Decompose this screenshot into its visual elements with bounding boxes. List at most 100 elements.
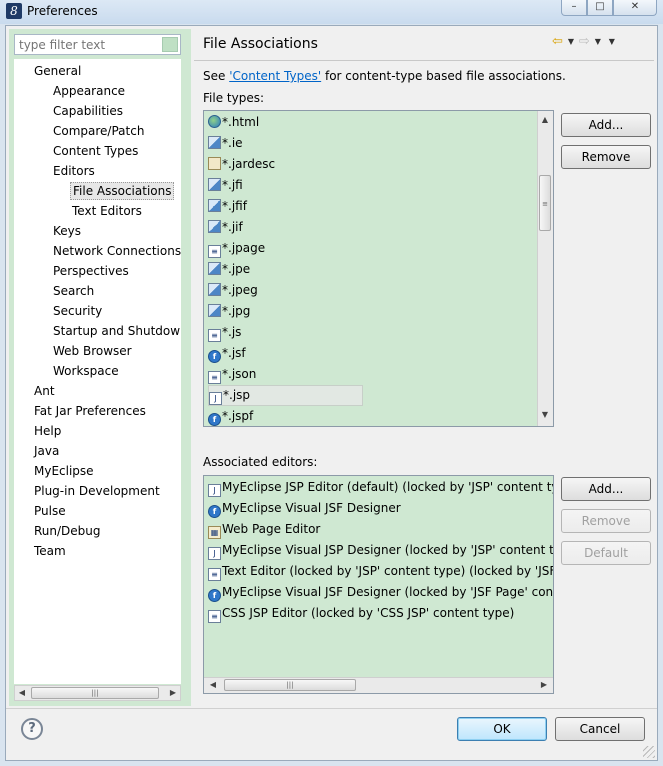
tree-item-search[interactable]: Search: [51, 282, 96, 300]
scrollbar-thumb[interactable]: ≡: [539, 175, 551, 231]
tree-item-pulse[interactable]: Pulse: [32, 502, 68, 520]
filter-input[interactable]: [14, 34, 181, 55]
file-type-row[interactable]: ≡ *.jpage: [208, 238, 265, 259]
help-icon[interactable]: ?: [21, 718, 43, 740]
tree-item-content-types[interactable]: Content Types: [51, 142, 140, 160]
jsf-file-icon: f: [208, 413, 221, 426]
tree-item-java[interactable]: Java: [32, 442, 61, 460]
jsf-file-icon: f: [208, 505, 221, 518]
file-type-row-label: *.html: [222, 115, 260, 129]
jsf-file-icon: f: [208, 589, 221, 602]
remove-editor-button[interactable]: Remove: [561, 509, 651, 533]
associated-editors-list[interactable]: J MyEclipse JSP Editor (default) (locked …: [203, 475, 554, 694]
file-type-row[interactable]: *.jfi: [208, 175, 243, 196]
view-menu-icon[interactable]: ▼: [606, 34, 618, 50]
page-title: File Associations: [203, 36, 318, 52]
scrollbar-thumb[interactable]: |||: [31, 687, 159, 699]
jar-file-icon: [208, 157, 221, 170]
cancel-button[interactable]: Cancel: [555, 717, 645, 741]
page-file-icon: ≡: [208, 329, 221, 342]
scrollbar-thumb[interactable]: |||: [224, 679, 356, 691]
tree-item-myeclipse[interactable]: MyEclipse: [32, 462, 96, 480]
editors-horizontal-scrollbar[interactable]: ◀ ||| ▶: [204, 677, 553, 693]
editor-row[interactable]: ▦ Web Page Editor: [208, 519, 320, 540]
file-type-row[interactable]: f *.jspf: [208, 406, 253, 426]
file-type-row[interactable]: *.ie: [208, 133, 243, 154]
header-divider: [194, 60, 654, 61]
window-titlebar: 8 Preferences – □ ✕: [0, 0, 663, 24]
tree-item-ant[interactable]: Ant: [32, 382, 57, 400]
maximize-button[interactable]: □: [587, 0, 613, 16]
add-editor-button[interactable]: Add...: [561, 477, 651, 501]
arrow-right-icon[interactable]: ⇨: [579, 34, 590, 50]
file-type-row[interactable]: *.html: [208, 112, 259, 133]
remove-file-type-button[interactable]: Remove: [561, 145, 651, 169]
file-types-vertical-scrollbar[interactable]: ▲ ≡ ▼: [537, 111, 553, 426]
window-title: Preferences: [27, 4, 98, 18]
editor-row[interactable]: J MyEclipse Visual JSP Designer (locked b…: [208, 540, 554, 561]
scroll-right-icon[interactable]: ▶: [166, 686, 180, 700]
file-type-row[interactable]: ≡ *.js: [208, 322, 241, 343]
tree-item-web-browser[interactable]: Web Browser: [51, 342, 134, 360]
scroll-left-icon[interactable]: ◀: [15, 686, 29, 700]
ok-button[interactable]: OK: [457, 717, 547, 741]
tree-item-plug-in-development[interactable]: Plug-in Development: [32, 482, 162, 500]
file-type-row[interactable]: *.jardesc: [208, 154, 275, 175]
scroll-down-icon[interactable]: ▼: [538, 408, 552, 422]
img-file-icon: [208, 199, 221, 212]
content-types-link[interactable]: 'Content Types': [229, 69, 321, 83]
tree-item-workspace[interactable]: Workspace: [51, 362, 121, 380]
add-file-type-button[interactable]: Add...: [561, 113, 651, 137]
tree-horizontal-scrollbar[interactable]: ◀ ||| ▶: [14, 685, 181, 701]
editor-row[interactable]: J MyEclipse JSP Editor (default) (locked …: [208, 477, 553, 498]
file-type-row[interactable]: ≡ *.json: [208, 364, 256, 385]
file-type-row[interactable]: J *.jsp: [208, 385, 363, 406]
pane-sash[interactable]: [186, 29, 191, 706]
jsf-file-icon: f: [208, 350, 221, 363]
tree-item-help[interactable]: Help: [32, 422, 63, 440]
file-type-row[interactable]: *.jfif: [208, 196, 247, 217]
editor-row[interactable]: f MyEclipse Visual JSF Designer: [208, 498, 401, 519]
tree-item-general[interactable]: General: [32, 62, 83, 80]
scroll-right-icon[interactable]: ▶: [537, 678, 551, 692]
clear-filter-icon[interactable]: [162, 37, 178, 52]
chevron-down-icon[interactable]: ▼: [592, 34, 604, 50]
editor-row-label: MyEclipse Visual JSP Designer (locked by…: [222, 543, 554, 557]
file-type-row[interactable]: *.jpe: [208, 259, 250, 280]
scroll-left-icon[interactable]: ◀: [206, 678, 220, 692]
file-type-row[interactable]: *.jpg: [208, 301, 250, 322]
tree-item-run-debug[interactable]: Run/Debug: [32, 522, 103, 540]
scroll-up-icon[interactable]: ▲: [538, 113, 552, 127]
close-button[interactable]: ✕: [613, 0, 657, 16]
tree-item-appearance[interactable]: Appearance: [51, 82, 127, 100]
tree-item-keys[interactable]: Keys: [51, 222, 83, 240]
file-type-row-label: *.jfi: [222, 178, 243, 192]
tree-item-editors[interactable]: Editors: [51, 162, 97, 180]
page-file-icon: ≡: [208, 610, 221, 623]
tree-item-file-associations[interactable]: File Associations: [70, 182, 175, 200]
tree-item-security[interactable]: Security: [51, 302, 104, 320]
file-type-row[interactable]: *.jif: [208, 217, 243, 238]
tree-item-capabilities[interactable]: Capabilities: [51, 102, 125, 120]
file-type-row-label: *.jsp: [223, 388, 251, 402]
tree-item-fat-jar-preferences[interactable]: Fat Jar Preferences: [32, 402, 148, 420]
arrow-left-icon[interactable]: ⇦: [552, 34, 563, 50]
tree-item-compare-patch[interactable]: Compare/Patch: [51, 122, 146, 140]
default-editor-button[interactable]: Default: [561, 541, 651, 565]
file-type-row-label: *.jardesc: [222, 157, 276, 171]
file-type-row[interactable]: *.jpeg: [208, 280, 258, 301]
resize-grip[interactable]: [643, 746, 655, 758]
tree-item-network-connections[interactable]: Network Connections: [51, 242, 181, 260]
editor-row[interactable]: f MyEclipse Visual JSF Designer (locked b…: [208, 582, 553, 603]
file-type-row[interactable]: f *.jsf: [208, 343, 246, 364]
tree-item-text-editors[interactable]: Text Editors: [70, 202, 144, 220]
minimize-button[interactable]: –: [561, 0, 587, 16]
editor-row[interactable]: ≡ CSS JSP Editor (locked by 'CSS JSP' con…: [208, 603, 514, 624]
chevron-down-icon[interactable]: ▼: [565, 34, 577, 50]
tree-item-team[interactable]: Team: [32, 542, 68, 560]
tree-item-startup-and-shutdown[interactable]: Startup and Shutdown: [51, 322, 181, 340]
tree-item-perspectives[interactable]: Perspectives: [51, 262, 131, 280]
file-types-list[interactable]: *.html *.ie *.jardesc *.jfi *.jfif *.jif ≡ *.jp…: [203, 110, 554, 427]
preference-tree[interactable]: General Appearance Capabilities Compare/Pat…: [14, 59, 181, 684]
editor-row[interactable]: ≡ Text Editor (locked by 'JSP' content ty…: [208, 561, 553, 582]
